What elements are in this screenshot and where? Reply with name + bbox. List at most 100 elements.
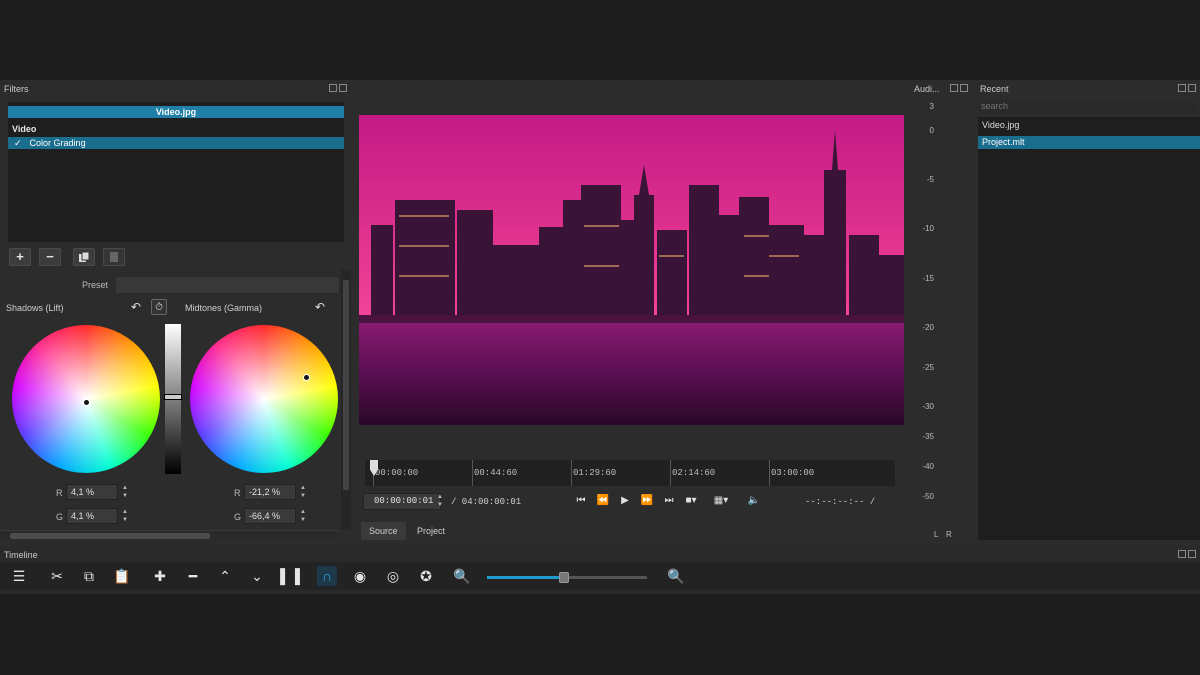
scrollbar-thumb[interactable] bbox=[10, 533, 210, 539]
ripple-toggle[interactable]: ◎ bbox=[383, 566, 403, 586]
shadows-wheel-marker[interactable] bbox=[83, 399, 90, 406]
close-icon[interactable] bbox=[339, 84, 347, 92]
shadows-reset-button[interactable]: ↶ bbox=[128, 299, 144, 315]
shadows-g-field[interactable]: 4,1 % bbox=[66, 508, 118, 524]
scrub-toggle[interactable]: ◉ bbox=[350, 566, 370, 586]
remove-filter-button[interactable]: − bbox=[39, 248, 61, 266]
list-item[interactable]: Project.mlt bbox=[978, 136, 1200, 149]
midtones-wheel-marker[interactable] bbox=[303, 374, 310, 381]
close-icon[interactable] bbox=[1188, 550, 1196, 558]
float-icon[interactable] bbox=[1178, 84, 1186, 92]
timeline-dock-buttons[interactable] bbox=[1178, 550, 1196, 558]
shadows-r-stepper[interactable]: ▲ ▼ bbox=[120, 484, 130, 500]
overwrite-button[interactable]: ⌄ bbox=[247, 566, 267, 586]
filter-list: Video.jpg Video ✓ Color Grading bbox=[8, 102, 344, 242]
ruler-tick-label: 00:00:00 bbox=[375, 468, 419, 478]
recent-search-input[interactable] bbox=[978, 99, 1198, 114]
zoom-menu-button[interactable]: ■▾ bbox=[682, 493, 700, 509]
split-button[interactable]: ▌▐ bbox=[280, 566, 300, 586]
eye-icon: ◉ bbox=[353, 568, 367, 584]
db-scale-label: -5 bbox=[926, 175, 934, 184]
zoom-slider-handle[interactable] bbox=[558, 572, 569, 583]
paste-button[interactable]: 📋 bbox=[112, 566, 132, 586]
paste-filters-button[interactable] bbox=[103, 248, 125, 266]
grid-menu-button[interactable]: ▦▾ bbox=[712, 493, 730, 509]
play-button[interactable]: ▶ bbox=[616, 493, 634, 509]
ripple-all-toggle[interactable]: ✪ bbox=[416, 566, 436, 586]
zoom-out-button[interactable]: 🔍 bbox=[452, 566, 472, 586]
video-preview bbox=[359, 115, 904, 425]
lift-button[interactable]: ⌃ bbox=[215, 566, 235, 586]
minus-icon: ━ bbox=[188, 568, 198, 584]
tab-project[interactable]: Project bbox=[409, 522, 453, 540]
remove-button[interactable]: ━ bbox=[183, 566, 203, 586]
chevron-up-icon: ⌃ bbox=[219, 568, 231, 584]
skip-previous-button[interactable]: ⏮ bbox=[572, 493, 590, 509]
midtones-g-label: G bbox=[234, 512, 242, 522]
add-filter-button[interactable]: + bbox=[9, 248, 31, 266]
rewind-button[interactable]: ⏪ bbox=[594, 493, 612, 509]
shadows-g-stepper[interactable]: ▲ ▼ bbox=[120, 508, 130, 524]
shadows-value-handle[interactable] bbox=[164, 394, 182, 400]
scrollbar-thumb[interactable] bbox=[343, 280, 349, 490]
clip-name-header: Video.jpg bbox=[8, 106, 344, 118]
copy-filters-button[interactable] bbox=[73, 248, 95, 266]
checkbox-icon[interactable]: ✓ bbox=[14, 138, 22, 148]
split-icon: ▌▐ bbox=[280, 568, 300, 584]
midtones-g-field[interactable]: -66,4 % bbox=[244, 508, 296, 524]
shadows-r-label: R bbox=[56, 488, 63, 498]
ruler-tick-label: 00:44:60 bbox=[474, 468, 518, 478]
close-icon[interactable] bbox=[1188, 84, 1196, 92]
midtones-color-wheel[interactable] bbox=[190, 325, 338, 473]
timeline-toolbar: ☰ ✂ ⧉ 📋 ✚ ━ ⌃ ⌄ ▌▐ ∩ ◉ ◎ ✪ 🔍 🔍 bbox=[0, 562, 1200, 590]
audio-dock-buttons[interactable] bbox=[950, 84, 968, 92]
volume-button[interactable]: 🔈 bbox=[745, 493, 763, 509]
zoom-in-button[interactable]: 🔍 bbox=[666, 566, 686, 586]
preset-combobox[interactable] bbox=[115, 276, 340, 294]
db-scale-label: -20 bbox=[922, 323, 934, 332]
float-icon[interactable] bbox=[329, 84, 337, 92]
player-panel: 00:00:00 00:44:60 01:29:60 02:14:60 03:0… bbox=[355, 80, 910, 542]
ruler-tick bbox=[472, 460, 473, 486]
ruler-tick-label: 03:00:00 bbox=[771, 468, 815, 478]
cut-button[interactable]: ✂ bbox=[47, 566, 67, 586]
midtones-label: Midtones (Gamma) bbox=[185, 303, 263, 313]
ruler-tick bbox=[769, 460, 770, 486]
db-scale-label: -35 bbox=[922, 432, 934, 441]
midtones-r-stepper[interactable]: ▲ ▼ bbox=[298, 484, 308, 500]
append-button[interactable]: ✚ bbox=[150, 566, 170, 586]
recent-panel: Recent Video.jpg Project.mlt bbox=[976, 80, 1200, 542]
recent-list: Video.jpg Project.mlt bbox=[978, 117, 1200, 540]
midtones-reset-button[interactable]: ↶ bbox=[312, 299, 328, 315]
filters-vertical-scrollbar[interactable] bbox=[341, 270, 351, 530]
player-scrub-bar[interactable]: 00:00:00 00:44:60 01:29:60 02:14:60 03:0… bbox=[365, 460, 895, 486]
db-scale-label: -30 bbox=[922, 402, 934, 411]
current-timecode-field[interactable]: 00:00:00:01 bbox=[363, 493, 441, 510]
zoom-slider[interactable] bbox=[487, 572, 647, 583]
chevron-down-icon: ⌄ bbox=[251, 568, 263, 584]
shadows-keyframe-button[interactable]: ⏱ bbox=[151, 299, 167, 315]
filters-panel: Filters Video.jpg Video ✓ Color Grading +… bbox=[0, 80, 355, 542]
menu-icon: ☰ bbox=[12, 568, 26, 584]
timecode-stepper[interactable]: ▲ ▼ bbox=[435, 493, 445, 509]
list-item[interactable]: Video.jpg bbox=[978, 119, 1200, 132]
filters-dock-buttons[interactable] bbox=[329, 84, 347, 92]
close-icon[interactable] bbox=[960, 84, 968, 92]
snap-toggle[interactable]: ∩ bbox=[317, 566, 337, 586]
float-icon[interactable] bbox=[1178, 550, 1186, 558]
fast-forward-button[interactable]: ⏩ bbox=[638, 493, 656, 509]
filter-item-color-grading[interactable]: ✓ Color Grading bbox=[8, 137, 344, 149]
zoom-out-icon: 🔍 bbox=[453, 568, 471, 584]
recent-dock-buttons[interactable] bbox=[1178, 84, 1196, 92]
copy-button[interactable]: ⧉ bbox=[79, 566, 99, 586]
skip-next-button[interactable]: ⏭ bbox=[660, 493, 678, 509]
shadows-color-wheel[interactable] bbox=[12, 325, 160, 473]
float-icon[interactable] bbox=[950, 84, 958, 92]
midtones-g-stepper[interactable]: ▲ ▼ bbox=[298, 508, 308, 524]
shadows-r-field[interactable]: 4,1 % bbox=[66, 484, 118, 500]
zoom-in-icon: 🔍 bbox=[667, 568, 685, 584]
midtones-r-field[interactable]: -21,2 % bbox=[244, 484, 296, 500]
filters-horizontal-scrollbar[interactable] bbox=[0, 530, 340, 540]
timeline-menu-button[interactable]: ☰ bbox=[9, 566, 29, 586]
tab-source[interactable]: Source bbox=[361, 522, 406, 540]
